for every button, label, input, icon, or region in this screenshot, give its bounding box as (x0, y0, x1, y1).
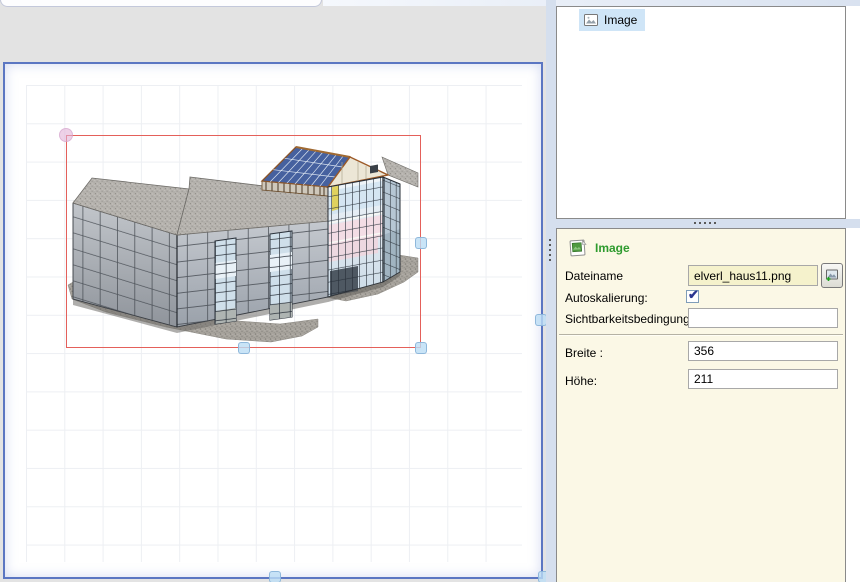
toolbox-item-image[interactable]: Image (579, 9, 646, 31)
selection-handle-top-left[interactable] (59, 128, 73, 142)
height-label: Höhe: (565, 374, 598, 388)
width-label: Breite : (565, 346, 604, 360)
visibility-condition-label: Sichtbarkeitsbedingung: (565, 312, 694, 326)
height-input[interactable] (688, 369, 838, 389)
horizontal-splitter[interactable] (556, 219, 860, 228)
width-input[interactable] (688, 341, 838, 361)
selection-rectangle[interactable] (66, 135, 421, 348)
vertical-splitter[interactable] (546, 0, 556, 582)
toolbox-item-label: Image (604, 13, 638, 27)
toolbox-panel: Image (556, 6, 846, 219)
page-handle-bottom-middle[interactable] (269, 571, 281, 582)
image-file-icon (569, 239, 587, 257)
toolbar-tab-remnant (0, 0, 322, 7)
properties-title: Image (595, 241, 630, 255)
selection-handle-bottom-middle[interactable] (238, 342, 250, 354)
autoscale-label: Autoskalierung: (565, 291, 648, 305)
selection-handle-bottom-right[interactable] (415, 342, 427, 354)
autoscale-checkbox[interactable]: ✔ (686, 286, 699, 303)
vertical-splitter-grip[interactable] (549, 239, 551, 261)
visibility-condition-input[interactable] (688, 308, 838, 328)
filename-label: Dateiname (565, 269, 624, 283)
checkmark-icon: ✔ (688, 286, 699, 302)
browse-image-icon (826, 269, 838, 281)
design-canvas-area (0, 0, 550, 582)
selection-handle-right-middle[interactable] (415, 237, 427, 249)
properties-panel: Image Dateiname Autoskalierung: ✔ Sichtb… (556, 228, 846, 582)
image-icon (584, 14, 598, 26)
separator (559, 334, 843, 336)
filename-input[interactable] (688, 265, 818, 286)
browse-button[interactable] (821, 263, 843, 288)
horizontal-splitter-grip[interactable] (694, 222, 716, 224)
